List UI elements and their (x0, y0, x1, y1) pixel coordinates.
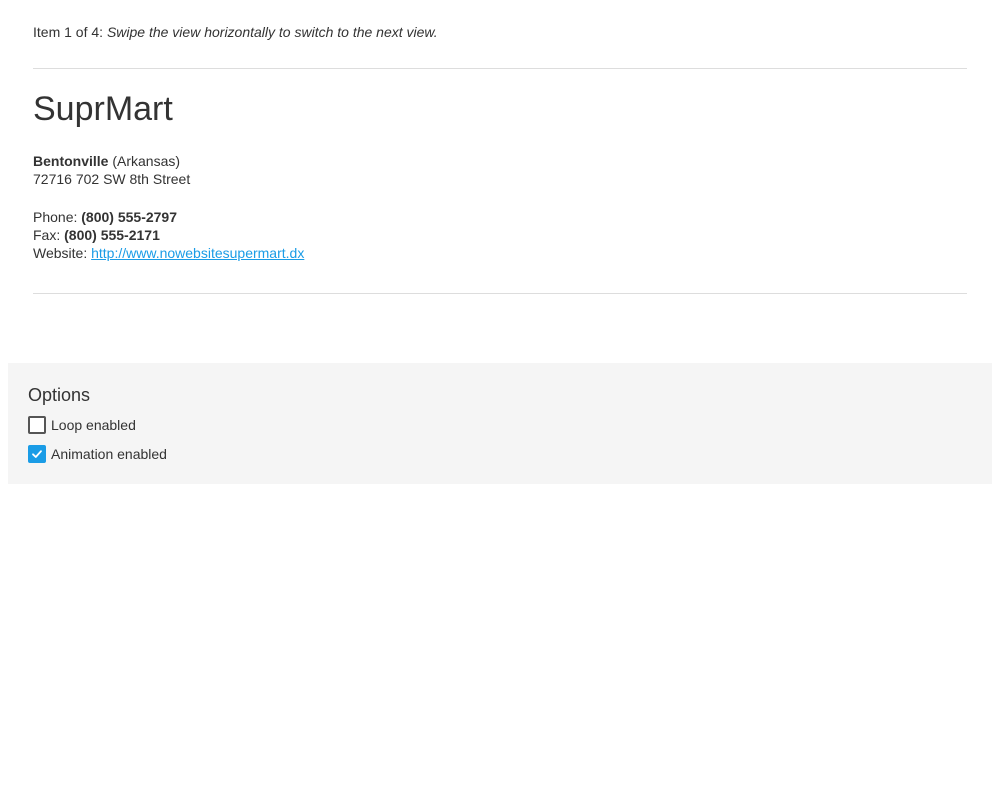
fax-label: Fax: (33, 227, 61, 243)
options-panel: Options Loop enabled Animation enabled (8, 363, 992, 484)
phone-number: (800) 555-2797 (81, 209, 178, 225)
fax-number: (800) 555-2171 (64, 227, 160, 243)
website-link[interactable]: http://www.nowebsitesupermart.dx (91, 245, 304, 261)
loop-enabled-label[interactable]: Loop enabled (51, 416, 136, 434)
store-name: SuprMart (33, 90, 173, 128)
phone-label: Phone: (33, 209, 78, 225)
store-address: Bentonville (Arkansas) 72716 702 SW 8th … (33, 152, 190, 188)
options-title: Options (28, 385, 91, 405)
phone-line: Phone: (800) 555-2797 (33, 208, 304, 226)
loop-enabled-option[interactable]: Loop enabled (28, 415, 136, 435)
store-contacts: Phone: (800) 555-2797 Fax: (800) 555-217… (33, 208, 304, 262)
top-divider (33, 68, 967, 69)
swipe-hint: Swipe the view horizontally to switch to… (106, 24, 438, 40)
city-name: Bentonville (33, 153, 109, 169)
state-name: (Arkansas) (112, 153, 181, 169)
bottom-divider (33, 293, 967, 294)
website-line: Website: http://www.nowebsitesupermart.d… (33, 244, 304, 262)
street-address: 72716 702 SW 8th Street (33, 171, 191, 187)
city-line: Bentonville (Arkansas) (33, 152, 190, 170)
fax-line: Fax: (800) 555-2171 (33, 226, 304, 244)
website-label: Website: (33, 245, 88, 261)
item-caption: Item 1 of 4: Swipe the view horizontally… (33, 24, 438, 41)
animation-enabled-checkbox[interactable] (28, 445, 46, 463)
loop-enabled-checkbox[interactable] (28, 416, 46, 434)
animation-enabled-label[interactable]: Animation enabled (51, 445, 167, 463)
animation-enabled-option[interactable]: Animation enabled (28, 444, 167, 464)
check-icon (32, 450, 42, 458)
item-counter: Item 1 of 4: (33, 24, 104, 40)
